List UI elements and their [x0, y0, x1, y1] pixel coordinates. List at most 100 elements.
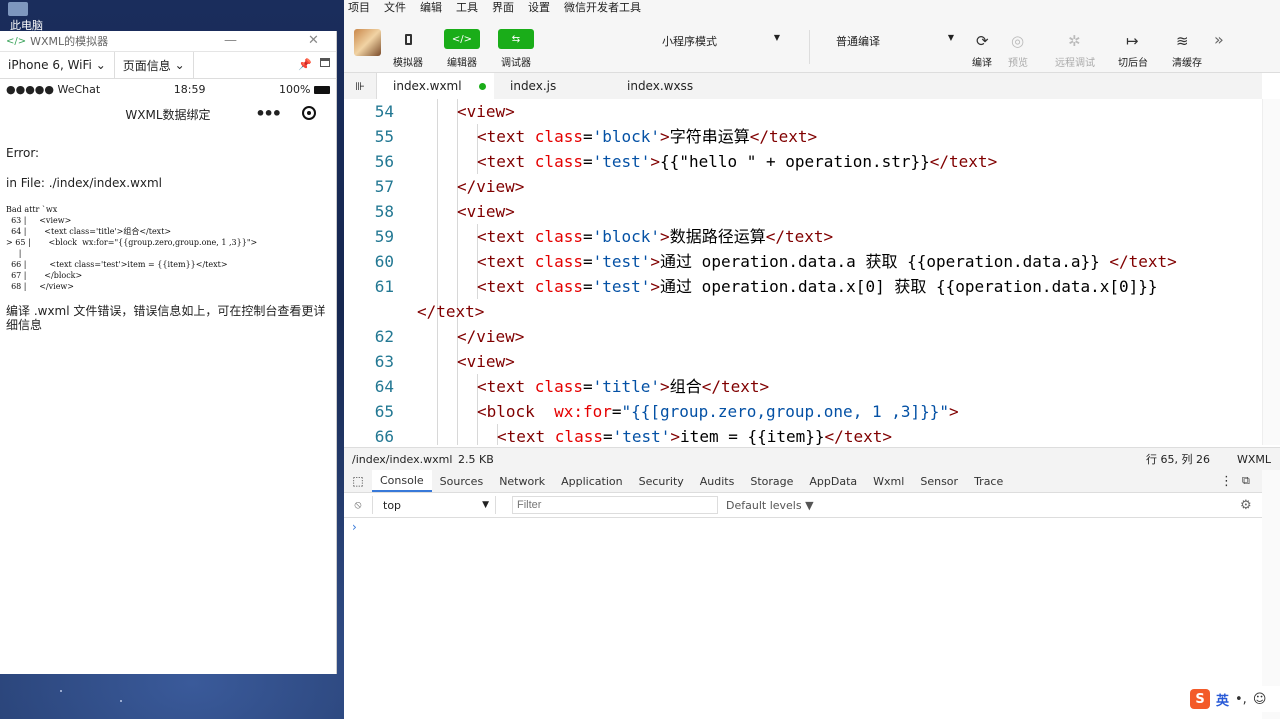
devtools-scrollbar[interactable]: [1262, 470, 1280, 719]
switch-background-icon[interactable]: ↦: [1126, 32, 1139, 50]
avatar[interactable]: [354, 29, 381, 56]
device-select[interactable]: iPhone 6, WiFi ⌄: [0, 52, 115, 78]
code-text: <view>: [457, 352, 515, 371]
editor-toggle-label[interactable]: 编辑器: [437, 54, 487, 69]
phone-icon[interactable]: [390, 29, 426, 49]
layers-icon[interactable]: ≋: [1176, 32, 1189, 50]
simulator-titlebar: </> WXML的模拟器 — ✕: [0, 31, 336, 52]
clear-cache-button[interactable]: 清缓存: [1162, 54, 1212, 69]
code-text: <text class='test'>{{"hello " + operatio…: [477, 152, 998, 171]
window-mode-icon[interactable]: [320, 58, 330, 67]
clear-console-icon[interactable]: ⦸: [344, 498, 372, 512]
menu-tools[interactable]: 工具: [456, 0, 478, 15]
console-prompt[interactable]: ›: [352, 520, 357, 534]
code-text: <text class='test'>item = {{item}}</text…: [497, 427, 892, 445]
preview-button[interactable]: 预览: [993, 54, 1043, 69]
tab-trace[interactable]: Trace: [966, 470, 1011, 492]
chevron-down-icon: ▼: [947, 33, 954, 42]
gear-icon[interactable]: ⚙: [1240, 498, 1252, 513]
log-levels-select[interactable]: Default levels ▼: [726, 499, 814, 512]
menu-devtools[interactable]: 微信开发者工具: [564, 0, 641, 15]
console-filter-input[interactable]: [512, 496, 718, 514]
menu-edit[interactable]: 编辑: [420, 0, 442, 15]
cursor-position[interactable]: 行 65, 列 26: [1146, 451, 1210, 467]
code-text: <text class='title'>组合</text>: [477, 377, 770, 396]
console-toolbar: ⦸ top▼ Default levels ▼ ⚙: [344, 493, 1262, 518]
code-text: <text class='test'>通过 operation.data.x[0…: [477, 277, 1158, 296]
line-number: 59: [374, 227, 394, 246]
refresh-icon[interactable]: ⟳: [976, 32, 989, 50]
simulator-title: WXML的模拟器: [30, 35, 109, 48]
code-text: <block wx:for="{{[group.zero,group.one, …: [477, 402, 959, 421]
tab-sensor[interactable]: Sensor: [912, 470, 966, 492]
more-icon[interactable]: •••: [255, 104, 282, 123]
more-chevron-icon[interactable]: »: [1214, 30, 1224, 49]
phone-content: Error: in File: ./index/index.wxml Bad a…: [0, 146, 336, 332]
nav-title: WXML数据绑定: [125, 107, 211, 122]
computer-icon[interactable]: [8, 2, 28, 16]
tab-application[interactable]: Application: [553, 470, 630, 492]
emoji-icon[interactable]: ☺: [1253, 692, 1267, 707]
sidebar-toggle-icon[interactable]: ⊪: [344, 73, 377, 99]
line-number: 56: [374, 152, 394, 171]
code-editor[interactable]: 54 <view> 55 <text class='block'>字符串运算</tex…: [344, 99, 1262, 445]
ide-window: 项目 文件 编辑 工具 界面 设置 微信开发者工具 模拟器 </> 编辑器 ⇆ …: [344, 0, 1280, 719]
unsaved-dot: [479, 83, 486, 90]
menu-bar: 项目 文件 编辑 工具 界面 设置 微信开发者工具: [344, 0, 1280, 14]
sogou-ime-icon[interactable]: S: [1190, 689, 1210, 709]
editor-toggle-button[interactable]: </>: [444, 29, 480, 49]
tab-index-wxss[interactable]: index.wxss: [611, 73, 728, 99]
swap-icon: ⇆: [511, 33, 521, 45]
debugger-toggle-label[interactable]: 调试器: [491, 54, 541, 69]
minimize-icon[interactable]: —: [224, 33, 237, 48]
background-button[interactable]: 切后台: [1108, 54, 1158, 69]
language-mode[interactable]: WXML: [1237, 453, 1271, 466]
pin-icon[interactable]: 📌: [298, 58, 312, 71]
close-capsule-icon[interactable]: [302, 106, 316, 120]
editor-tabs: ⊪ index.wxml index.js index.wxss: [344, 73, 1262, 100]
compile-mode-select[interactable]: 普通编译 ▼: [836, 33, 954, 49]
remote-debug-button[interactable]: 远程调试: [1050, 54, 1100, 69]
tab-wxml[interactable]: Wxml: [865, 470, 912, 492]
battery-status: 100%: [279, 83, 330, 96]
phone-status-bar: ●●●●● WeChat 18:59 100%: [0, 79, 336, 99]
context-select[interactable]: top ▼: [372, 496, 496, 514]
tab-security[interactable]: Security: [631, 470, 692, 492]
tab-appdata[interactable]: AppData: [801, 470, 865, 492]
tab-console[interactable]: Console: [372, 470, 432, 492]
tab-index-js[interactable]: index.js: [494, 73, 611, 99]
phone-nav-bar: WXML数据绑定 •••: [0, 99, 336, 129]
chevron-down-icon: ⌄: [174, 58, 185, 72]
battery-icon: [313, 85, 330, 94]
ime-language[interactable]: 英: [1216, 690, 1229, 709]
editor-scrollbar[interactable]: [1262, 99, 1280, 445]
main-toolbar: 模拟器 </> 编辑器 ⇆ 调试器 小程序模式 ▼ 普通编译 ▼ ⟳ 编译 ◎ 预览…: [344, 14, 1280, 73]
line-number: 60: [374, 252, 394, 271]
error-description: 编译 .wxml 文件错误，错误信息如上，可在控制台查看更详细信息: [6, 304, 326, 332]
code-text: </view>: [457, 327, 525, 346]
tab-storage[interactable]: Storage: [742, 470, 801, 492]
kebab-menu-icon[interactable]: ⋮: [1220, 474, 1233, 489]
tab-audits[interactable]: Audits: [692, 470, 743, 492]
mode-select[interactable]: 小程序模式 ▼: [662, 33, 780, 49]
tab-network[interactable]: Network: [491, 470, 553, 492]
simulator-toggle-label[interactable]: 模拟器: [383, 54, 433, 69]
punctuation-icon[interactable]: •,: [1235, 692, 1247, 707]
close-icon[interactable]: ✕: [308, 33, 319, 48]
error-label: Error:: [6, 146, 40, 160]
menu-settings[interactable]: 设置: [528, 0, 550, 15]
menu-project[interactable]: 项目: [348, 0, 370, 15]
toolbar-divider: [809, 30, 810, 64]
tab-sources[interactable]: Sources: [432, 470, 492, 492]
tab-index-wxml[interactable]: index.wxml: [377, 73, 494, 99]
code-text: <text class='test'>通过 operation.data.a 获…: [477, 252, 1177, 271]
line-number: 61: [374, 277, 394, 296]
menu-file[interactable]: 文件: [384, 0, 406, 15]
debugger-toggle-button[interactable]: ⇆: [498, 29, 534, 49]
inspect-icon[interactable]: ⬚: [344, 474, 372, 488]
simulator-toolbar: iPhone 6, WiFi ⌄ 页面信息 ⌄ 📌: [0, 52, 336, 79]
page-info-select[interactable]: 页面信息 ⌄: [115, 52, 194, 78]
file-path: /index/index.wxml: [352, 452, 453, 466]
menu-view[interactable]: 界面: [492, 0, 514, 15]
undock-icon[interactable]: ⧉: [1242, 474, 1250, 488]
